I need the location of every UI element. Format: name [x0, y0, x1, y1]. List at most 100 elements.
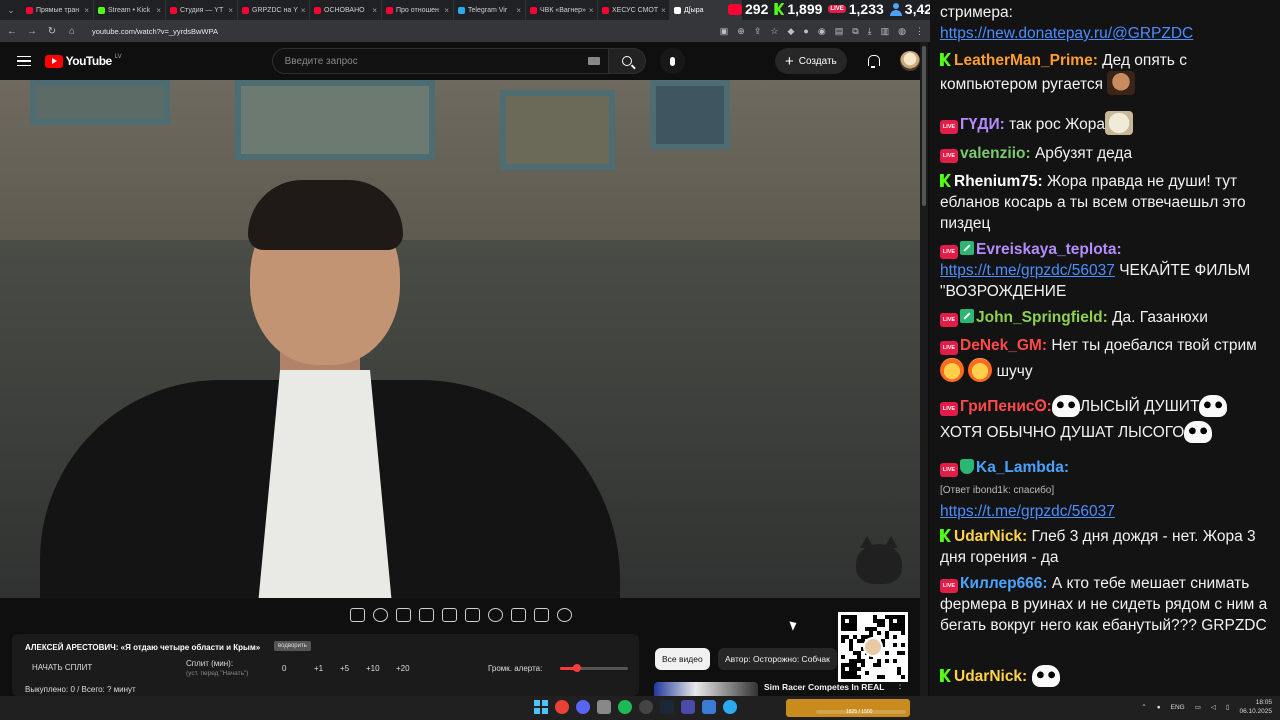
split-badge[interactable]: водворить: [274, 641, 311, 651]
settings-gear-icon[interactable]: [557, 608, 572, 622]
microphone-icon[interactable]: ●: [1157, 704, 1161, 711]
discord-icon[interactable]: [576, 700, 590, 714]
video-player[interactable]: [0, 80, 920, 598]
browser-tab[interactable]: Telegram Vir ×: [454, 0, 526, 20]
chat-username[interactable]: Ka_Lambda:: [976, 459, 1069, 476]
browser-tab[interactable]: GRPZDC на Y ×: [238, 0, 310, 20]
close-icon[interactable]: ×: [156, 6, 161, 15]
browser-tab[interactable]: ЧВК «Вагнер» ×: [526, 0, 598, 20]
url-field[interactable]: youtube.com/watch?v=_yyrdsBwWPA: [92, 27, 218, 36]
create-button[interactable]: + Создать: [774, 48, 847, 74]
voice-search-button[interactable]: [659, 48, 685, 74]
network-icon[interactable]: ▭: [1195, 703, 1201, 711]
subtitles-icon[interactable]: [396, 608, 411, 622]
volume-icon[interactable]: ◁: [1211, 703, 1216, 711]
extension-icon[interactable]: ◆: [787, 26, 794, 37]
avatar[interactable]: [900, 51, 920, 71]
split-add-button[interactable]: +1: [314, 664, 323, 673]
close-icon[interactable]: ×: [589, 6, 594, 15]
chat-username[interactable]: valenziio:: [960, 145, 1031, 162]
extension-icon[interactable]: ●: [803, 26, 808, 36]
windows-start-icon[interactable]: [534, 700, 548, 714]
tab-search-icon[interactable]: ⌄: [0, 5, 22, 16]
file-explorer-icon[interactable]: [597, 700, 611, 714]
chip-author[interactable]: Автор: Осторожно: Собчак: [718, 648, 837, 670]
chat-username[interactable]: UdarNick:: [954, 528, 1027, 545]
scrollbar-thumb[interactable]: [922, 46, 926, 206]
recommendation-title[interactable]: Sim Racer Competes In REAL: [764, 682, 884, 692]
search-input[interactable]: [284, 55, 575, 67]
speed-icon[interactable]: [488, 608, 503, 622]
clock[interactable]: 18:05 06.10.2025: [1239, 698, 1272, 716]
chat-username[interactable]: Evreiskaya_teplota:: [976, 241, 1122, 258]
notifications-bell-icon[interactable]: [867, 54, 880, 68]
telegram-link[interactable]: https://t.me/grpzdc/56037: [940, 262, 1115, 279]
scrollbar[interactable]: [920, 42, 928, 696]
close-icon[interactable]: ×: [661, 6, 666, 15]
volume-knob[interactable]: [573, 664, 581, 672]
split-add-button[interactable]: +5: [340, 664, 349, 673]
donation-link[interactable]: https://new.donatepay.ru/@GRPZDC: [940, 25, 1193, 42]
forward-icon[interactable]: →: [26, 26, 38, 37]
add-icon[interactable]: [511, 608, 526, 622]
split-add-button[interactable]: +10: [366, 664, 380, 673]
browser-tab[interactable]: ОСНОВАНО ×: [310, 0, 382, 20]
close-icon[interactable]: ×: [228, 6, 233, 15]
spotify-icon[interactable]: [618, 700, 632, 714]
close-icon[interactable]: ×: [84, 6, 89, 15]
chat-username[interactable]: LeatherMan_Prime:: [954, 52, 1098, 69]
keyboard-icon[interactable]: [587, 57, 600, 65]
close-icon[interactable]: ×: [516, 6, 521, 15]
profile-icon[interactable]: ◍: [898, 26, 906, 37]
close-icon[interactable]: ×: [301, 6, 306, 15]
app-icon[interactable]: [681, 700, 695, 714]
chat-username[interactable]: Rhenium75:: [954, 173, 1043, 190]
chat-username[interactable]: ГриПенисꙨ:: [960, 398, 1052, 415]
chat-username[interactable]: UdarNick:: [954, 668, 1027, 685]
share-icon[interactable]: ⇪: [754, 26, 762, 37]
chip-all-videos[interactable]: Все видео: [655, 648, 710, 670]
chat-username[interactable]: Киллер666:: [960, 575, 1048, 592]
bookmark-star-icon[interactable]: ☆: [770, 26, 778, 37]
back-icon[interactable]: ←: [6, 26, 18, 37]
now-playing-widget[interactable]: 1825 / 1500: [786, 699, 910, 717]
menu-icon[interactable]: ⋮: [915, 26, 924, 37]
sidebar-icon[interactable]: ▥: [881, 26, 890, 37]
chat-username[interactable]: DeNek_GM:: [960, 337, 1047, 354]
chrome-icon[interactable]: [555, 700, 569, 714]
app-icon[interactable]: [702, 700, 716, 714]
chat-username[interactable]: ГҮДИ:: [960, 116, 1005, 133]
theater-icon[interactable]: [465, 608, 480, 622]
close-icon[interactable]: ×: [372, 6, 377, 15]
picture-in-picture-icon[interactable]: [442, 608, 457, 622]
search-button[interactable]: [608, 48, 646, 74]
language-indicator[interactable]: ENG: [1171, 704, 1185, 711]
steam-icon[interactable]: [660, 700, 674, 714]
screenshot-icon[interactable]: [534, 608, 549, 622]
browser-tab[interactable]: ХЕСУС СМОТ ×: [598, 0, 670, 20]
start-split-button[interactable]: НАЧАТЬ СПЛИТ: [32, 663, 92, 672]
youtube-logo[interactable]: YouTube LV: [44, 54, 122, 68]
chevron-up-icon[interactable]: ⌃: [1141, 703, 1146, 711]
recommendation-thumbnail[interactable]: [654, 682, 758, 696]
puzzle-icon[interactable]: ⧉: [852, 26, 858, 37]
browser-tab[interactable]: Про отношен ×: [382, 0, 454, 20]
loop-icon[interactable]: [350, 608, 365, 622]
extension-icon[interactable]: ▤: [835, 26, 844, 37]
reload-icon[interactable]: ↻: [46, 26, 58, 37]
telegram-icon[interactable]: [723, 700, 737, 714]
close-icon[interactable]: ×: [444, 6, 449, 15]
home-icon[interactable]: ⌂: [66, 26, 78, 37]
zoom-icon[interactable]: ⊕: [737, 26, 745, 37]
download-icon[interactable]: ⤓: [868, 26, 872, 37]
split-add-button[interactable]: +20: [396, 664, 410, 673]
cast-icon[interactable]: ▣: [720, 26, 729, 37]
extension-icon[interactable]: ◉: [818, 26, 826, 37]
alert-volume-slider[interactable]: [560, 664, 628, 672]
browser-tab[interactable]: Прямые тран ×: [22, 0, 94, 20]
obs-icon[interactable]: [639, 700, 653, 714]
chat-username[interactable]: John_Springfield:: [976, 309, 1108, 326]
audio-icon[interactable]: [373, 608, 388, 622]
battery-icon[interactable]: ▯: [1226, 703, 1230, 711]
hamburger-menu-icon[interactable]: [17, 55, 31, 67]
